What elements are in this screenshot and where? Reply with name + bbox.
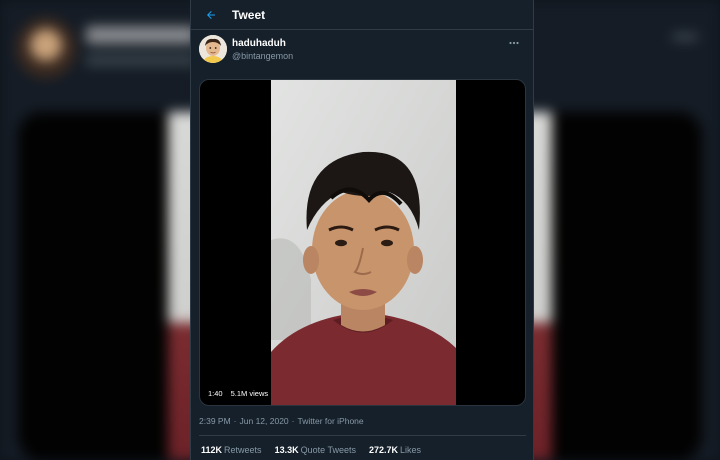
video-info-overlay: 1:40 5.1M views	[208, 389, 268, 398]
tweet-timestamp-row: 2:39 PM · Jun 12, 2020 · Twitter for iPh…	[199, 416, 364, 426]
likes-count: 272.7K	[368, 445, 398, 455]
likes-stat[interactable]: 272.7K Likes	[369, 445, 421, 455]
blurred-avatar	[16, 18, 76, 78]
back-button[interactable]	[201, 5, 221, 25]
tweet-header: Tweet	[191, 0, 533, 30]
page-title: Tweet	[232, 7, 266, 22]
tweet-stats: 112K Retweets 13.3K Quote Tweets 272.7K Lik…	[201, 445, 421, 455]
quote-tweets-stat[interactable]: 13.3K Quote Tweets	[275, 445, 356, 455]
video-frame	[271, 80, 456, 405]
tweet-date[interactable]: Jun 12, 2020	[240, 416, 289, 426]
video-player[interactable]: 1:40 5.1M views	[199, 79, 526, 406]
tweet-detail-panel: Tweet haduhaduh @bintangemon 1:40 5.1M v…	[190, 0, 534, 460]
author-name[interactable]: haduhaduh	[232, 38, 286, 49]
blurred-name	[86, 26, 196, 44]
tweet-time[interactable]: 2:39 PM	[199, 416, 231, 426]
video-duration: 1:40	[208, 389, 223, 398]
quote-tweets-label: Quote Tweets	[300, 445, 356, 455]
tweet-author: haduhaduh @bintangemon	[199, 35, 527, 67]
quote-tweets-count: 13.3K	[274, 445, 299, 455]
more-horizontal-icon	[509, 41, 519, 45]
retweets-stat[interactable]: 112K Retweets	[201, 445, 262, 455]
arrow-left-icon	[207, 10, 215, 19]
author-handle[interactable]: @bintangemon	[232, 51, 293, 61]
meta-separator: ·	[291, 416, 295, 426]
retweets-count: 112K	[201, 445, 223, 455]
blurred-more-icon	[672, 34, 698, 40]
likes-label: Likes	[400, 445, 422, 455]
avatar[interactable]	[199, 35, 227, 63]
divider	[199, 435, 526, 436]
more-button[interactable]	[505, 37, 523, 49]
retweets-label: Retweets	[224, 445, 262, 455]
meta-separator: ·	[233, 416, 237, 426]
blurred-handle	[86, 54, 196, 66]
video-views: 5.1M views	[230, 389, 269, 398]
tweet-source[interactable]: Twitter for iPhone	[298, 416, 364, 426]
